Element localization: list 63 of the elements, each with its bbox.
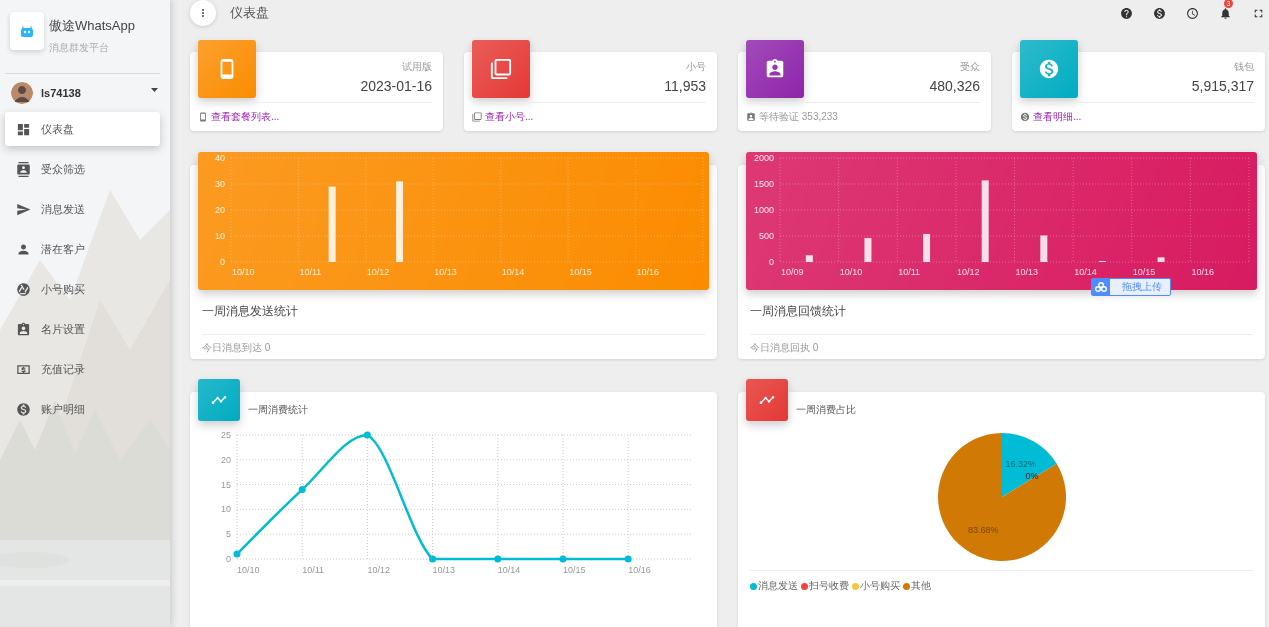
axis-label: 10 xyxy=(221,504,231,515)
axis-label: 10/09 xyxy=(781,267,804,277)
axis-label: 500 xyxy=(758,231,774,241)
chart-title: 一周消息回馈统计 xyxy=(750,303,847,320)
axis-label: 10/11 xyxy=(898,267,921,277)
axis-label: 10/15 xyxy=(569,267,592,277)
axis-label: 10/14 xyxy=(501,267,525,277)
stat-label: 小号 xyxy=(686,60,706,74)
axis-label: 10/10 xyxy=(232,267,255,277)
stat-label: 受众 xyxy=(960,60,980,74)
axis-label: 25 xyxy=(221,430,231,440)
axis-label: 40 xyxy=(215,153,225,163)
brand-subtitle: 消息群发平台 xyxy=(49,41,110,55)
axis-label: 2000 xyxy=(753,153,774,163)
chart-title: 一周消费统计 xyxy=(248,403,308,417)
axis-label: 10/16 xyxy=(1191,267,1214,277)
axis-label: 10/15 xyxy=(1132,267,1156,277)
axis-label: 5 xyxy=(226,529,231,540)
axis-label: 20 xyxy=(215,205,225,215)
axis-label: 10/16 xyxy=(636,267,660,277)
axis-label: 10/12 xyxy=(367,565,390,575)
axis-label: 10/10 xyxy=(839,267,863,277)
chart-footer: 今日消息到达 0 xyxy=(202,334,705,355)
axis-label: 10 xyxy=(215,231,225,241)
axis-label: 10/11 xyxy=(302,565,325,575)
axis-label: 1500 xyxy=(753,179,774,189)
axis-label: 10/14 xyxy=(497,565,521,575)
axis-label: 10/13 xyxy=(432,565,456,575)
axis-label: 10/11 xyxy=(299,267,322,277)
legend-label: 扫号收费 xyxy=(809,579,849,593)
axis-label: 0 xyxy=(226,554,231,564)
chart-title: 一周消息发送统计 xyxy=(202,303,299,320)
footer-text: 等待验证 353,233 xyxy=(759,110,838,124)
stat-label: 钱包 xyxy=(1234,60,1254,74)
stat-value: 5,915,317 xyxy=(1191,78,1254,94)
stat-value: 11,953 xyxy=(664,78,706,94)
stat-label: 试用版 xyxy=(402,60,432,74)
axis-label: 10/14 xyxy=(1074,267,1097,277)
stat-value: 2023-01-16 xyxy=(360,78,432,94)
axis-label: 0 xyxy=(220,257,225,267)
axis-label: 10/13 xyxy=(434,267,457,277)
axis-label: 10/12 xyxy=(366,267,390,277)
stat-value: 480,326 xyxy=(929,78,980,94)
page-title: 仪表盘 xyxy=(230,4,270,22)
legend-label: 消息发送 xyxy=(758,579,798,593)
chart-footer: 今日消息回执 0 xyxy=(750,334,1253,355)
data-label: 83.68% xyxy=(967,525,998,536)
data-label: 16.32% xyxy=(1005,458,1036,469)
axis-label: 1000 xyxy=(753,205,774,215)
axis-label: 0 xyxy=(769,257,774,267)
chart-title: 一周消费占比 xyxy=(796,403,856,417)
axis-label: 10/13 xyxy=(1015,267,1039,277)
legend-label: 小号购买 xyxy=(860,579,900,593)
axis-label: 10/16 xyxy=(628,565,651,575)
axis-label: 30 xyxy=(215,179,225,189)
brand-title: 傲途WhatsApp xyxy=(49,17,135,35)
data-label: 0% xyxy=(1024,471,1038,482)
axis-label: 10/10 xyxy=(237,565,260,575)
axis-label: 15 xyxy=(221,479,231,490)
axis-label: 10/12 xyxy=(956,267,980,277)
axis-label: 10/15 xyxy=(563,565,586,575)
axis-label: 20 xyxy=(221,454,231,465)
legend-label: 其他 xyxy=(911,579,931,593)
